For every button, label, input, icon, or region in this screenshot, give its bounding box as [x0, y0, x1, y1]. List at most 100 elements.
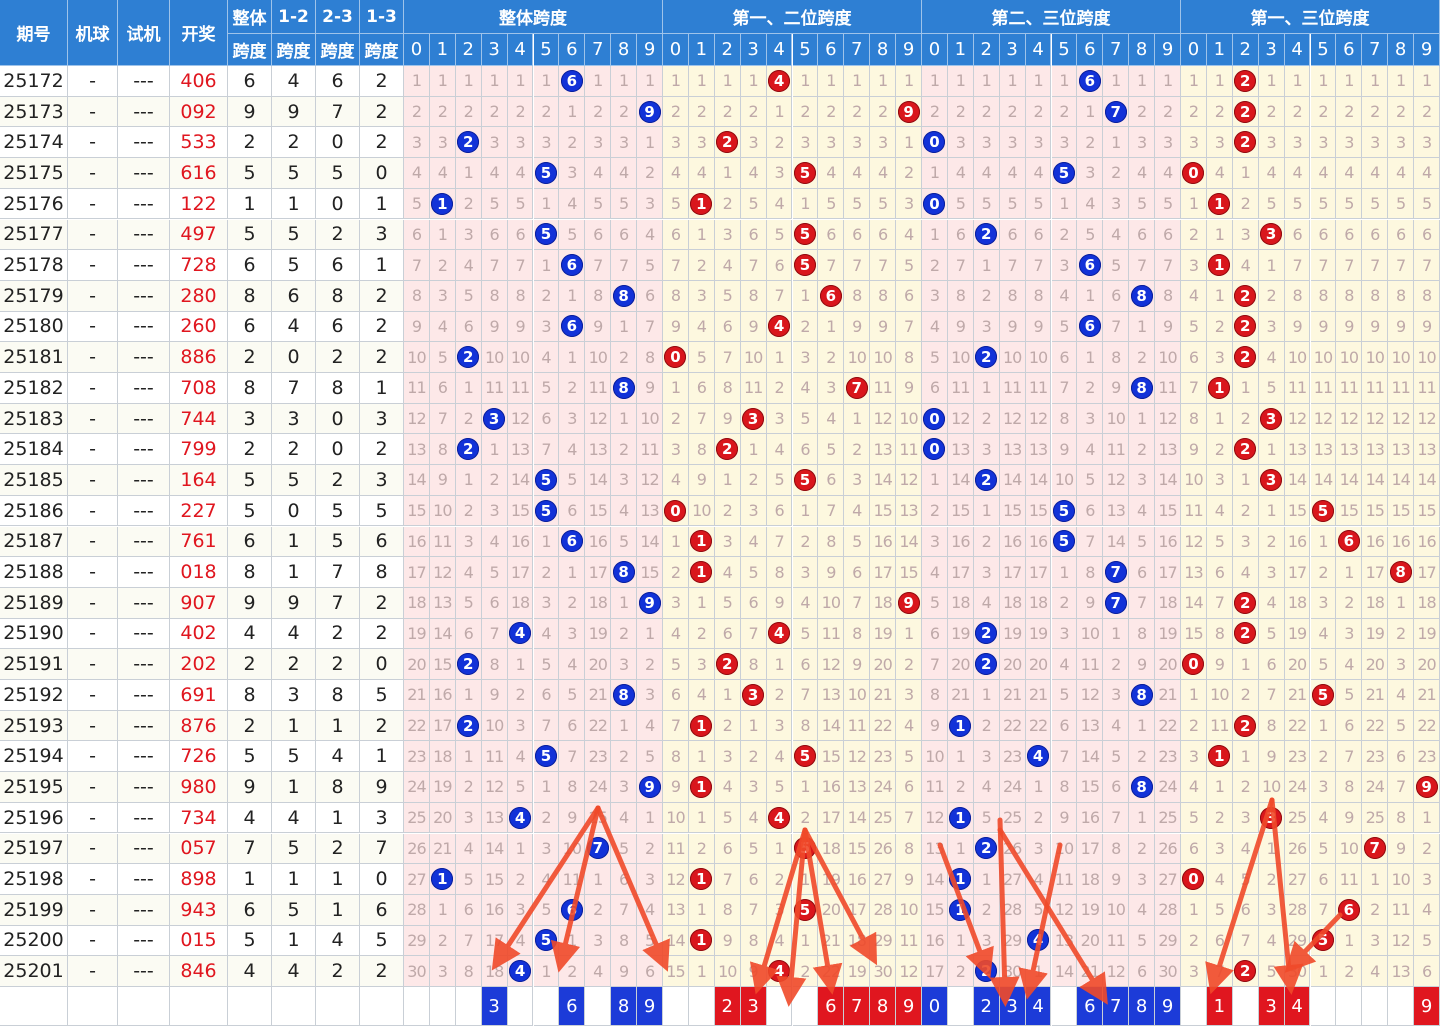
miss-count: 2 — [792, 96, 819, 128]
miss-count: 4 — [792, 373, 819, 404]
miss-count: 22 — [1284, 710, 1311, 742]
miss-count: 1 — [688, 894, 715, 926]
span-23-value: 7 — [316, 96, 360, 128]
miss-count: 1 — [611, 403, 638, 435]
miss-count: 2 — [792, 311, 819, 343]
miss-count: 28 — [404, 894, 430, 926]
span-13-value: 2 — [360, 127, 404, 159]
span-12-value: 5 — [272, 219, 316, 251]
miss-count: 9 — [1336, 311, 1363, 343]
digit-header-1-6: 6 — [818, 34, 845, 66]
hit-cell: 5 — [533, 465, 560, 496]
miss-count: 4 — [585, 956, 612, 987]
hit-ball: 4 — [768, 69, 791, 92]
miss-count: 1 — [585, 864, 612, 895]
hit-cell: 4 — [766, 66, 793, 97]
hit-cell: 4 — [766, 618, 793, 650]
miss-count: 9 — [507, 311, 534, 343]
miss-count: 17 — [870, 557, 897, 588]
miss-count: 4 — [973, 158, 1000, 189]
miss-count: 4 — [1232, 833, 1259, 865]
miss-count: 6 — [1103, 280, 1130, 312]
hit-ball: 8 — [612, 284, 635, 307]
miss-count: 20 — [870, 649, 897, 680]
prediction-empty — [663, 987, 689, 1026]
miss-count: 6 — [1362, 219, 1389, 251]
span-trend-chart: 期号 机球 试机 开奖 整体 跨度 1-2 跨度 2-3 跨度 1-3 跨度 整体跨度 0 1 2 3 4 5 6 7 8… — [0, 0, 1440, 1026]
trial-cell: --- — [118, 956, 170, 987]
miss-count: 2 — [1025, 96, 1052, 128]
miss-count: 1 — [1336, 925, 1363, 957]
miss-count: 3 — [507, 127, 534, 159]
miss-count: 2 — [818, 342, 845, 373]
hit-ball: 1 — [1208, 376, 1231, 399]
miss-count: 8 — [637, 342, 663, 373]
prediction-cell: 6 — [1077, 987, 1104, 1026]
miss-count: 7 — [818, 495, 845, 527]
miss-count: 7 — [922, 649, 948, 680]
miss-count: 7 — [766, 526, 793, 558]
miss-count: 11 — [507, 373, 534, 404]
hit-ball: 3 — [742, 407, 765, 430]
miss-count: 1 — [973, 373, 1000, 404]
miss-count: 2 — [766, 864, 793, 895]
miss-count: 4 — [766, 741, 793, 773]
trial-cell: --- — [118, 311, 170, 343]
miss-count: 7 — [870, 250, 897, 281]
prediction-empty — [688, 987, 715, 1026]
miss-count: 25 — [1362, 802, 1389, 834]
span-13-value: 3 — [360, 465, 404, 496]
miss-count: 15 — [1181, 618, 1207, 650]
miss-count: 6 — [637, 280, 663, 312]
miss-count: 20 — [947, 649, 974, 680]
miss-count: 4 — [507, 741, 534, 773]
miss-count: 6 — [947, 219, 974, 251]
span-12-value: 3 — [272, 680, 316, 711]
draw-cell: 980 — [170, 772, 228, 803]
hit-ball: 4 — [768, 315, 791, 338]
hit-cell: 0 — [1181, 649, 1207, 680]
span-12-value: 2 — [272, 127, 316, 159]
digit-header-1-4: 4 — [766, 34, 793, 66]
digit-header-1-7: 7 — [844, 34, 871, 66]
digit-header-2-0: 0 — [922, 34, 948, 66]
miss-count: 5 — [947, 188, 974, 220]
hit-ball: 3 — [1260, 407, 1283, 430]
miss-count: 6 — [792, 649, 819, 680]
miss-count: 10 — [1388, 864, 1415, 895]
miss-count: 12 — [663, 864, 689, 895]
miss-count: 8 — [766, 557, 793, 588]
hit-cell: 5 — [792, 158, 819, 189]
miss-count: 20 — [1077, 925, 1104, 957]
miss-count: 2 — [896, 649, 922, 680]
miss-count: 12 — [870, 403, 897, 435]
miss-count: 1 — [637, 127, 663, 159]
miss-count: 24 — [404, 772, 430, 803]
miss-count: 10 — [637, 403, 663, 435]
trial-cell: --- — [118, 96, 170, 128]
miss-count: 8 — [1155, 280, 1181, 312]
miss-count: 10 — [1388, 342, 1415, 373]
miss-count: 3 — [1051, 618, 1078, 650]
miss-count: 8 — [1336, 280, 1363, 312]
hit-ball: 5 — [1052, 499, 1075, 522]
miss-count: 10 — [1103, 403, 1130, 435]
miss-count: 13 — [1388, 434, 1415, 466]
miss-count: 2 — [1232, 188, 1259, 220]
miss-count: 3 — [688, 649, 715, 680]
miss-count: 7 — [1206, 956, 1233, 987]
miss-count: 1 — [481, 66, 508, 97]
miss-count: 14 — [507, 465, 534, 496]
span-13-value: 3 — [360, 802, 404, 834]
miss-count: 3 — [1336, 127, 1363, 159]
miss-count: 24 — [999, 772, 1026, 803]
prediction-cell: 3 — [740, 987, 767, 1026]
hit-ball: 3 — [483, 407, 506, 430]
miss-count: 1 — [1258, 250, 1285, 281]
miss-count: 1 — [1051, 188, 1078, 220]
hit-ball: 6 — [819, 284, 842, 307]
trial-cell: --- — [118, 280, 170, 312]
miss-count: 3 — [922, 280, 948, 312]
header-span-13-bottom: 跨度 — [360, 34, 404, 66]
hit-cell: 1 — [688, 710, 715, 742]
